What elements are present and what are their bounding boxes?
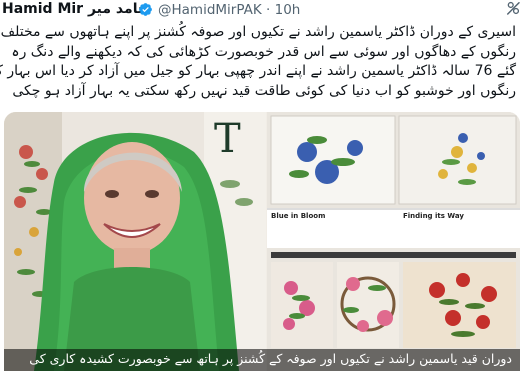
tweet-header: Hamid Mir حامد میر @HamidMirPAK · 10h [0, 0, 526, 22]
author-name-latin[interactable]: Hamid Mir [2, 1, 83, 17]
tweet-text-line: گئے 76 سالہ ڈاکٹر یاسمین راشد نے اپنے ان… [0, 63, 516, 79]
svg-text:T: T [214, 116, 241, 162]
panel-label-blue-in-bloom: Blue in Bloom [271, 212, 326, 220]
author-handle[interactable]: @HamidMirPAK [158, 2, 262, 18]
media-caption-text: دوران قید یاسمین راشد نے تکیوں اور صوفہ … [29, 351, 512, 366]
verified-badge-icon [139, 3, 152, 16]
more-options-icon[interactable] [504, 0, 522, 17]
tweet-text-line: اسیری کے دوران ڈاکٹر یاسمین راشد نے تکیو… [0, 24, 516, 40]
tweet-media[interactable]: T Blue in Bloom Finding its Way دوران قی… [4, 112, 520, 371]
panel-label-finding-its-way: Finding its Way [403, 212, 464, 220]
tweet-time[interactable]: 10h [275, 2, 301, 18]
author-name[interactable]: Hamid Mir حامد میر [2, 1, 148, 17]
portrait-illustration: T [4, 112, 266, 371]
separator-dot: · [266, 2, 271, 18]
tweet-text: اسیری کے دوران ڈاکٹر یاسمین راشد نے تکیو… [0, 23, 516, 101]
portrait-photo[interactable]: T [4, 112, 266, 371]
tweet-text-line: رنگوں کے دھاگوں اور سوئی سے اس قدر خوبصو… [11, 43, 516, 60]
embroidery-illustration [267, 112, 520, 371]
media-caption: دوران قید یاسمین راشد نے تکیوں اور صوفہ … [4, 349, 520, 371]
tweet-text-line: رنگوں اور خوشبو کو اب دنیا کی کوئی طاقت … [12, 82, 516, 99]
handle-and-time: @HamidMirPAK · 10h [158, 2, 300, 18]
embroidery-collage[interactable]: Blue in Bloom Finding its Way [267, 112, 520, 371]
